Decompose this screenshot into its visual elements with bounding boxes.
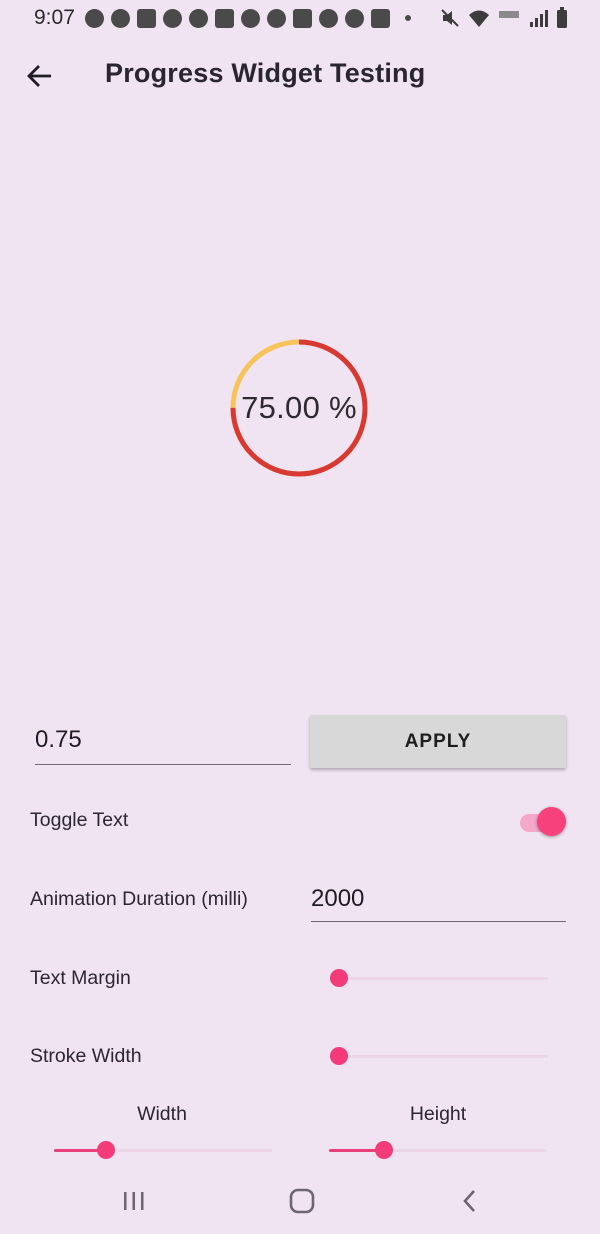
slider-thumb[interactable]: [97, 1141, 116, 1159]
text-margin-label: Text Margin: [30, 967, 131, 989]
video-call-icon: [110, 8, 130, 28]
status-time: 9:07: [34, 6, 75, 29]
whatsapp-icon: [84, 8, 104, 28]
stroke-width-label: Stroke Width: [30, 1045, 142, 1067]
slider-track: [330, 1055, 548, 1058]
stroke-width-slider[interactable]: [330, 1044, 548, 1068]
system-nav-bar: [0, 1170, 600, 1234]
missed-video-icon: [136, 8, 156, 28]
more-dot-icon: [404, 15, 411, 21]
apply-button[interactable]: APPLY: [310, 715, 566, 768]
wifi-call-icon: [240, 8, 260, 28]
recents-button[interactable]: [114, 1184, 154, 1218]
text-margin-slider[interactable]: [330, 966, 548, 990]
back-button[interactable]: [20, 56, 60, 96]
instagram-icon: [292, 8, 312, 28]
arrow-back-icon: [27, 65, 51, 87]
recents-icon: [124, 1192, 144, 1210]
slider-thumb[interactable]: [330, 1047, 348, 1065]
home-icon: [289, 1188, 315, 1214]
progress-text: 75.00 %: [241, 390, 357, 425]
image-icon: [370, 8, 390, 28]
status-bar: 9:07: [0, 0, 600, 36]
page-title: Progress Widget Testing: [105, 58, 426, 88]
twitter-icon: [188, 8, 208, 28]
signal-icon: [530, 10, 548, 27]
home-button[interactable]: [282, 1184, 322, 1218]
animation-duration-input[interactable]: [311, 880, 566, 922]
missed-call-icon: [266, 8, 286, 28]
progress-value-input[interactable]: [35, 720, 291, 765]
nav-back-icon: [463, 1190, 475, 1212]
nav-back-button[interactable]: [450, 1184, 490, 1218]
app-bar: Progress Widget Testing: [0, 44, 600, 110]
mute-icon: [441, 9, 459, 27]
wifi-icon: [469, 10, 489, 27]
switch-thumb: [537, 807, 566, 836]
slider-thumb[interactable]: [374, 1141, 393, 1159]
drive-icon: [344, 8, 364, 28]
slider-thumb[interactable]: [330, 969, 348, 987]
toggle-text-label: Toggle Text: [30, 809, 129, 831]
facebook-icon: [162, 8, 182, 28]
video-call-icon-2: [318, 8, 338, 28]
toggle-text-switch[interactable]: [518, 806, 570, 836]
width-label: Width: [137, 1103, 187, 1125]
height-label: Height: [409, 1103, 467, 1125]
width-slider[interactable]: [54, 1138, 272, 1162]
notification-icons: [84, 8, 419, 28]
volte-icon: [499, 11, 519, 18]
system-status-icons: [440, 7, 568, 29]
animation-duration-label: Animation Duration (milli): [30, 888, 248, 910]
slider-track: [330, 977, 548, 980]
battery-icon: [557, 7, 567, 28]
progress-ring: 75.00 %: [228, 337, 370, 479]
height-slider[interactable]: [329, 1138, 547, 1162]
missed-video-icon-2: [214, 8, 234, 28]
